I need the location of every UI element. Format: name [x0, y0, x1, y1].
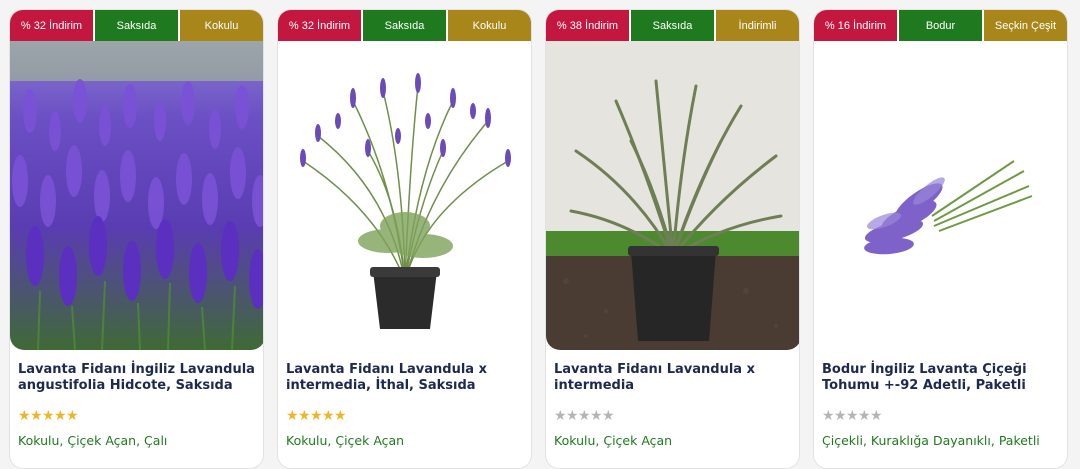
- lavender-plant-outdoor-image: [546, 41, 799, 350]
- product-title[interactable]: Bodur İngiliz Lavanta Çiçeği Tohumu +-92…: [822, 362, 1060, 394]
- feature-badge: Saksıda: [631, 10, 716, 41]
- feature-badge: Kokulu: [448, 10, 531, 41]
- rating-stars: ★★★★★: [554, 408, 615, 424]
- star-icon: ★: [858, 408, 871, 424]
- product-image[interactable]: [546, 41, 799, 350]
- product-card[interactable]: % 32 İndirim Saksıda Kokulu Lavanta Fida…: [277, 9, 532, 469]
- star-icon: ★: [554, 408, 567, 424]
- star-icon: ★: [870, 408, 883, 424]
- star-icon: ★: [822, 408, 835, 424]
- feature-badge: İndirimli: [716, 10, 799, 41]
- discount-badge: % 16 İndirim: [814, 10, 899, 41]
- rating-stars: ★★★★★: [286, 408, 347, 424]
- star-icon: ★: [846, 408, 859, 424]
- lavender-bunch-image: [814, 41, 1067, 350]
- product-card[interactable]: % 16 İndirim Bodur Seçkin Çeşit Bodur İn…: [813, 9, 1068, 469]
- star-icon: ★: [566, 408, 579, 424]
- badge-row: % 16 İndirim Bodur Seçkin Çeşit: [814, 10, 1067, 41]
- feature-badge: Kokulu: [180, 10, 263, 41]
- badge-row: % 32 İndirim Saksıda Kokulu: [10, 10, 263, 41]
- product-title[interactable]: Lavanta Fidanı Lavandula x intermedia, İ…: [286, 362, 524, 394]
- rating-stars: ★★★★★: [822, 408, 883, 424]
- product-image[interactable]: [10, 41, 263, 350]
- badge-row: % 32 İndirim Saksıda Kokulu: [278, 10, 531, 41]
- feature-badge: Saksıda: [95, 10, 180, 41]
- star-icon: ★: [578, 408, 591, 424]
- product-title[interactable]: Lavanta Fidanı İngiliz Lavandula angusti…: [18, 362, 256, 394]
- product-image[interactable]: [278, 41, 531, 350]
- star-icon: ★: [334, 408, 347, 424]
- lavender-field-image: [10, 41, 263, 350]
- potted-lavender-image: [278, 41, 531, 350]
- star-icon: ★: [54, 408, 67, 424]
- discount-badge: % 32 İndirim: [278, 10, 363, 41]
- product-image[interactable]: [814, 41, 1067, 350]
- star-icon: ★: [18, 408, 31, 424]
- product-card[interactable]: % 32 İndirim Saksıda Kokulu Lavanta Fida…: [9, 9, 264, 469]
- product-title[interactable]: Lavanta Fidanı Lavandula x intermedia: [554, 362, 792, 394]
- star-icon: ★: [310, 408, 323, 424]
- star-icon: ★: [42, 408, 55, 424]
- feature-badge: Bodur: [899, 10, 984, 41]
- star-icon: ★: [834, 408, 847, 424]
- discount-badge: % 32 İndirim: [10, 10, 95, 41]
- star-icon: ★: [30, 408, 43, 424]
- product-tags: Çiçekli, Kuraklığa Dayanıklı, Paketli: [822, 433, 1040, 448]
- star-icon: ★: [66, 408, 79, 424]
- star-icon: ★: [590, 408, 603, 424]
- feature-badge: Seçkin Çeşit: [984, 10, 1067, 41]
- product-card[interactable]: % 38 İndirim Saksıda İndirimli Lavanta F…: [545, 9, 800, 469]
- product-tags: Kokulu, Çiçek Açan: [286, 433, 405, 448]
- star-icon: ★: [286, 408, 299, 424]
- feature-badge: Saksıda: [363, 10, 448, 41]
- star-icon: ★: [322, 408, 335, 424]
- product-grid: % 32 İndirim Saksıda Kokulu Lavanta Fida…: [0, 0, 1080, 469]
- product-tags: Kokulu, Çiçek Açan, Çalı: [18, 433, 168, 448]
- product-tags: Kokulu, Çiçek Açan: [554, 433, 673, 448]
- badge-row: % 38 İndirim Saksıda İndirimli: [546, 10, 799, 41]
- rating-stars: ★★★★★: [18, 408, 79, 424]
- discount-badge: % 38 İndirim: [546, 10, 631, 41]
- star-icon: ★: [602, 408, 615, 424]
- star-icon: ★: [298, 408, 311, 424]
